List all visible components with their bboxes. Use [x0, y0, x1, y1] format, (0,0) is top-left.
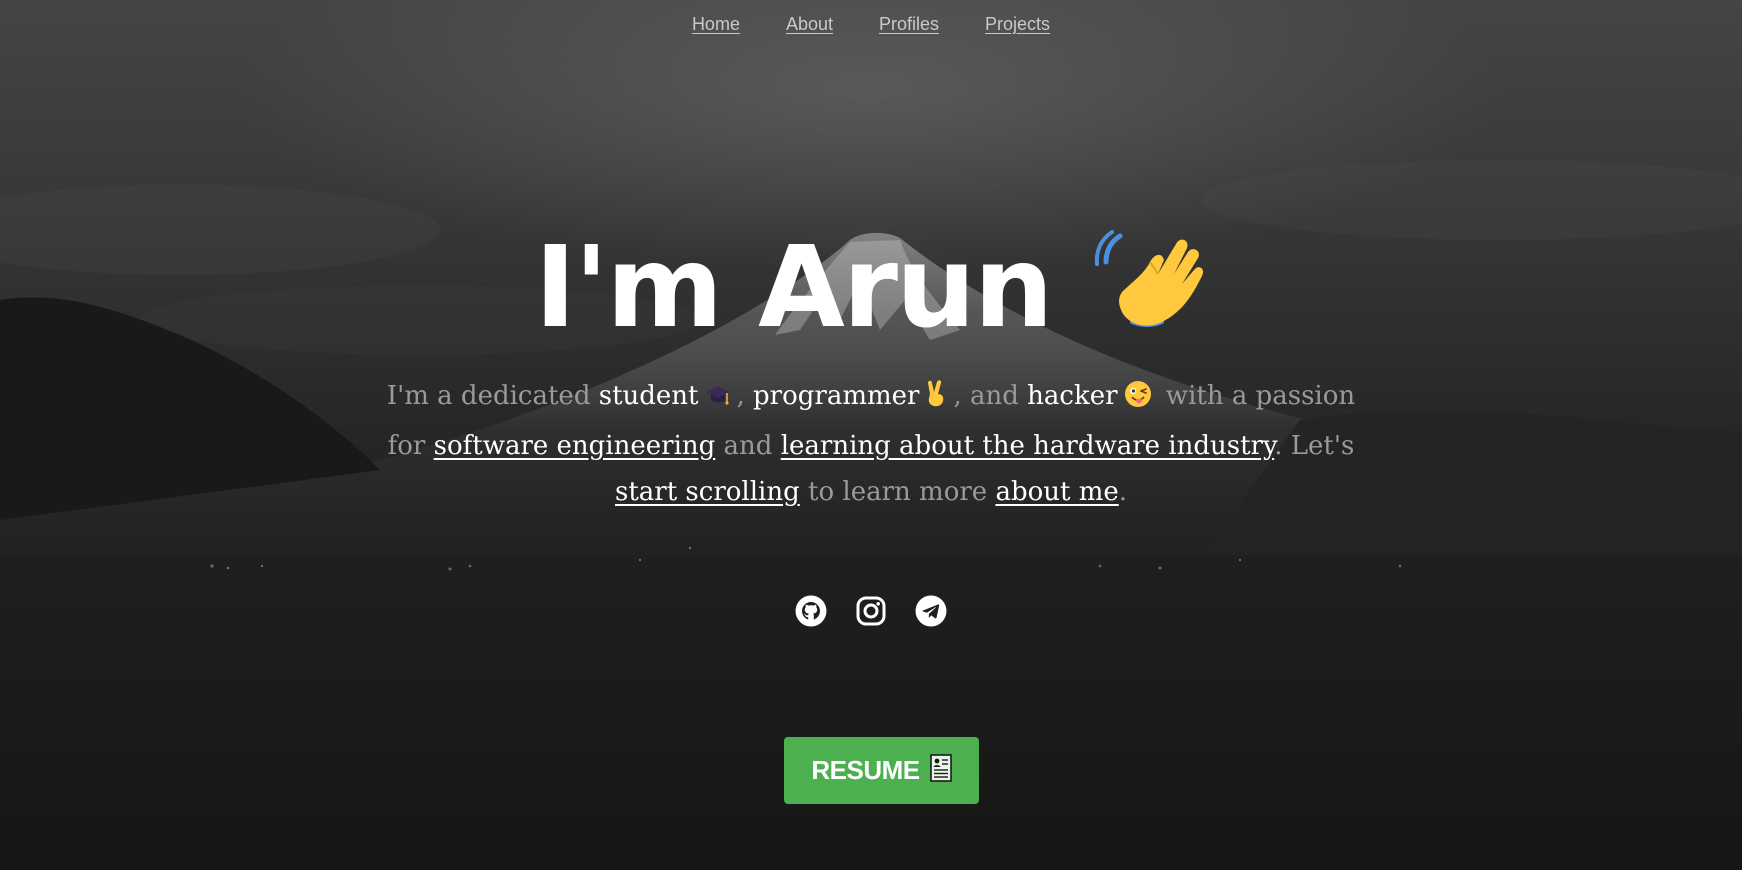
start-scrolling-link[interactable]: start scrolling	[615, 477, 800, 507]
resume-button[interactable]: RESUME	[784, 737, 979, 804]
nav-about-link[interactable]: About	[786, 14, 833, 35]
intro-text: and	[715, 431, 781, 461]
intro-text: . Let's	[1274, 431, 1355, 461]
intro-text: ,	[736, 381, 754, 411]
about-me-link[interactable]: about me	[995, 477, 1118, 507]
waving-hand-icon	[1092, 222, 1208, 356]
hero-title-text: I'm Arun	[534, 223, 1053, 353]
github-icon[interactable]	[795, 595, 827, 627]
winking-face-tongue-icon	[1124, 377, 1152, 423]
word-hacker: hacker	[1027, 381, 1118, 411]
graduation-cap-icon	[705, 377, 731, 423]
resume-button-label: RESUME	[811, 755, 920, 785]
hardware-industry-link[interactable]: learning about the hardware industry	[781, 431, 1275, 461]
intro-text: to learn more	[799, 477, 996, 507]
intro-text: , and	[953, 381, 1028, 411]
social-links	[0, 595, 1742, 627]
software-engineering-link[interactable]: software engineering	[434, 431, 716, 461]
telegram-icon[interactable]	[915, 595, 947, 627]
intro-text: .	[1118, 477, 1127, 507]
instagram-icon[interactable]	[855, 595, 887, 627]
page: Home About Profiles Projects I'm Arun I'…	[0, 0, 1742, 870]
nav-profiles-link[interactable]: Profiles	[879, 14, 939, 35]
nav-home-link[interactable]: Home	[692, 14, 740, 35]
nav-projects-link[interactable]: Projects	[985, 14, 1050, 35]
victory-hand-icon	[925, 377, 947, 423]
intro-paragraph: I'm a dedicated student, programmer , and…	[380, 373, 1362, 515]
word-programmer: programmer	[753, 381, 920, 411]
hero-heading: I'm Arun	[0, 222, 1742, 356]
word-student: student	[598, 381, 699, 411]
intro-text: I'm a dedicated	[386, 381, 599, 411]
resume-document-icon	[929, 754, 952, 787]
top-nav: Home About Profiles Projects	[0, 14, 1742, 35]
